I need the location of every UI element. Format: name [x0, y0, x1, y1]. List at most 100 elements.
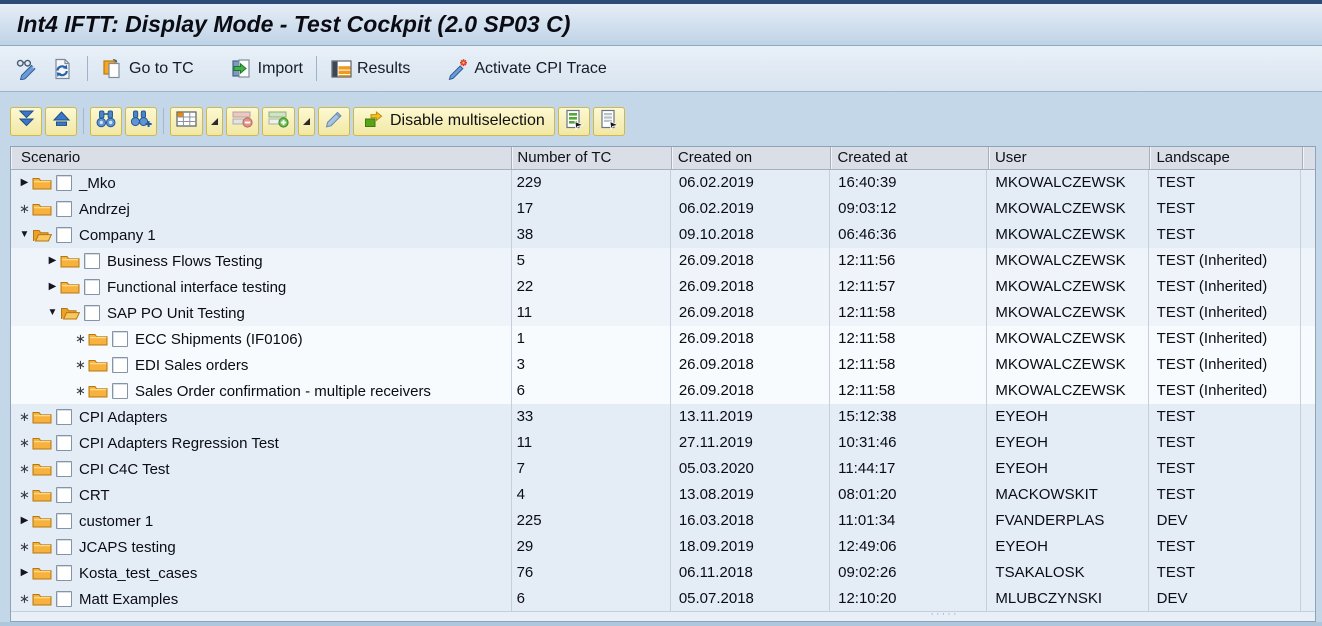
column-header-created-on[interactable]: Created on — [672, 147, 832, 169]
row-checkbox[interactable] — [56, 487, 72, 503]
row-checkbox[interactable] — [112, 357, 128, 373]
table-row[interactable]: ▶ _Mko 229 06.02.2019 16:40:39 MKOWALCZE… — [11, 170, 1315, 196]
table-row[interactable]: ▶ customer 1 225 16.03.2018 11:01:34 FVA… — [11, 508, 1315, 534]
created-on-cell: 06.02.2019 — [671, 196, 830, 222]
table-row[interactable]: ∗ CRT 4 13.08.2019 08:01:20 MACKOWSKIT T… — [11, 482, 1315, 508]
column-header-scenario[interactable]: Scenario — [11, 147, 512, 169]
table-row[interactable]: ∗ CPI Adapters Regression Test 11 27.11.… — [11, 430, 1315, 456]
go-to-tc-button[interactable]: Go to TC — [96, 54, 199, 84]
column-header-created-at[interactable]: Created at — [831, 147, 989, 169]
user-cell: TSAKALOSK — [987, 560, 1148, 586]
created-at-cell: 09:02:26 — [830, 560, 987, 586]
row-checkbox[interactable] — [56, 201, 72, 217]
number-of-tc-cell: 33 — [512, 404, 671, 430]
tree-toggle-icon[interactable]: ▼ — [45, 300, 60, 326]
row-checkbox[interactable] — [56, 175, 72, 191]
row-checkbox[interactable] — [112, 383, 128, 399]
horizontal-scrollbar[interactable]: ····· — [11, 611, 1315, 621]
activate-cpi-trace-label: Activate CPI Trace — [474, 60, 607, 78]
table-row[interactable]: ▶ Business Flows Testing 5 26.09.2018 12… — [11, 248, 1315, 274]
number-of-tc-cell: 38 — [512, 222, 671, 248]
find-next-button[interactable] — [125, 107, 157, 136]
row-checkbox[interactable] — [56, 539, 72, 555]
created-on-cell: 06.11.2018 — [671, 560, 830, 586]
table-row[interactable]: ∗ CPI C4C Test 7 05.03.2020 11:44:17 EYE… — [11, 456, 1315, 482]
delete-row-button[interactable] — [226, 107, 259, 136]
export-document-button[interactable] — [593, 107, 625, 136]
tree-toggle-icon[interactable]: ▶ — [45, 248, 60, 274]
landscape-cell: TEST (Inherited) — [1149, 378, 1301, 404]
row-menu-button[interactable] — [298, 107, 315, 136]
activate-cpi-trace-button[interactable]: Activate CPI Trace — [441, 54, 612, 84]
created-at-cell: 09:03:12 — [830, 196, 987, 222]
filler-cell — [1301, 508, 1315, 534]
disable-multiselection-button[interactable]: Disable multiselection — [353, 107, 555, 136]
table-row[interactable]: ∗ Matt Examples 6 05.07.2018 12:10:20 ML… — [11, 586, 1315, 612]
row-checkbox[interactable] — [56, 435, 72, 451]
number-of-tc-cell: 29 — [512, 534, 671, 560]
table-row[interactable]: ∗ CPI Adapters 33 13.11.2019 15:12:38 EY… — [11, 404, 1315, 430]
insert-row-button[interactable] — [262, 107, 295, 136]
landscape-cell: TEST — [1149, 430, 1301, 456]
table-row[interactable]: ▶ Kosta_test_cases 76 06.11.2018 09:02:2… — [11, 560, 1315, 586]
edit-button[interactable] — [318, 107, 350, 136]
refresh-button[interactable] — [45, 54, 79, 84]
column-settings-button[interactable] — [170, 107, 203, 136]
multiselection-icon — [363, 109, 384, 134]
row-checkbox[interactable] — [112, 331, 128, 347]
delete-row-icon — [231, 109, 254, 134]
row-checkbox[interactable] — [56, 409, 72, 425]
table-row[interactable]: ∗ JCAPS testing 29 18.09.2019 12:49:06 E… — [11, 534, 1315, 560]
expand-all-button[interactable] — [10, 107, 42, 136]
row-checkbox[interactable] — [84, 279, 100, 295]
table-row[interactable]: ▶ Functional interface testing 22 26.09.… — [11, 274, 1315, 300]
filler-cell — [1301, 170, 1315, 196]
created-on-cell: 26.09.2018 — [671, 248, 830, 274]
row-checkbox[interactable] — [56, 513, 72, 529]
table-row[interactable]: ∗ EDI Sales orders 3 26.09.2018 12:11:58… — [11, 352, 1315, 378]
table-row[interactable]: ▼ SAP PO Unit Testing 11 26.09.2018 12:1… — [11, 300, 1315, 326]
landscape-cell: TEST (Inherited) — [1149, 274, 1301, 300]
tree-toggle-icon[interactable]: ▶ — [45, 274, 60, 300]
tree-toggle-icon[interactable]: ▶ — [17, 560, 32, 586]
dropdown-caret-icon — [211, 118, 218, 125]
table-row[interactable]: ∗ Sales Order confirmation - multiple re… — [11, 378, 1315, 404]
find-button[interactable] — [90, 107, 122, 136]
column-settings-menu-button[interactable] — [206, 107, 223, 136]
column-header-user[interactable]: User — [989, 147, 1151, 169]
row-checkbox[interactable] — [84, 305, 100, 321]
results-button[interactable]: Results — [325, 55, 415, 83]
created-on-cell: 27.11.2019 — [671, 430, 830, 456]
scenario-name: SAP PO Unit Testing — [107, 305, 245, 322]
scenario-name: Sales Order confirmation - multiple rece… — [135, 383, 431, 400]
row-checkbox[interactable] — [56, 591, 72, 607]
tree-toggle-icon[interactable]: ▼ — [17, 222, 32, 248]
column-header-number-of-tc[interactable]: Number of TC — [512, 147, 672, 169]
created-on-cell: 05.07.2018 — [671, 586, 830, 612]
user-cell: MACKOWSKIT — [987, 482, 1148, 508]
table-row[interactable]: ▼ Company 1 38 09.10.2018 06:46:36 MKOWA… — [11, 222, 1315, 248]
scenario-name: Matt Examples — [79, 591, 178, 608]
tree-toggle-icon[interactable]: ▶ — [17, 508, 32, 534]
row-checkbox[interactable] — [56, 227, 72, 243]
scrollbar-grip-icon[interactable]: ····· — [930, 608, 958, 620]
filler-cell — [1301, 378, 1315, 404]
number-of-tc-cell: 229 — [512, 170, 671, 196]
display-change-button[interactable] — [10, 54, 45, 83]
column-header-landscape[interactable]: Landscape — [1150, 147, 1303, 169]
table-row[interactable]: ∗ Andrzej 17 06.02.2019 09:03:12 MKOWALC… — [11, 196, 1315, 222]
row-checkbox[interactable] — [56, 565, 72, 581]
folder-icon — [60, 253, 80, 269]
binoculars-plus-icon — [130, 109, 152, 134]
created-on-cell: 26.09.2018 — [671, 274, 830, 300]
export-list-icon — [563, 108, 585, 135]
folder-icon — [32, 201, 52, 217]
export-list-button[interactable] — [558, 107, 590, 136]
import-button[interactable]: Import — [225, 54, 308, 84]
collapse-all-button[interactable] — [45, 107, 77, 136]
table-row[interactable]: ∗ ECC Shipments (IF0106) 1 26.09.2018 12… — [11, 326, 1315, 352]
tree-toggle-icon[interactable]: ▶ — [17, 170, 32, 196]
created-at-cell: 12:11:57 — [830, 274, 987, 300]
row-checkbox[interactable] — [56, 461, 72, 477]
row-checkbox[interactable] — [84, 253, 100, 269]
